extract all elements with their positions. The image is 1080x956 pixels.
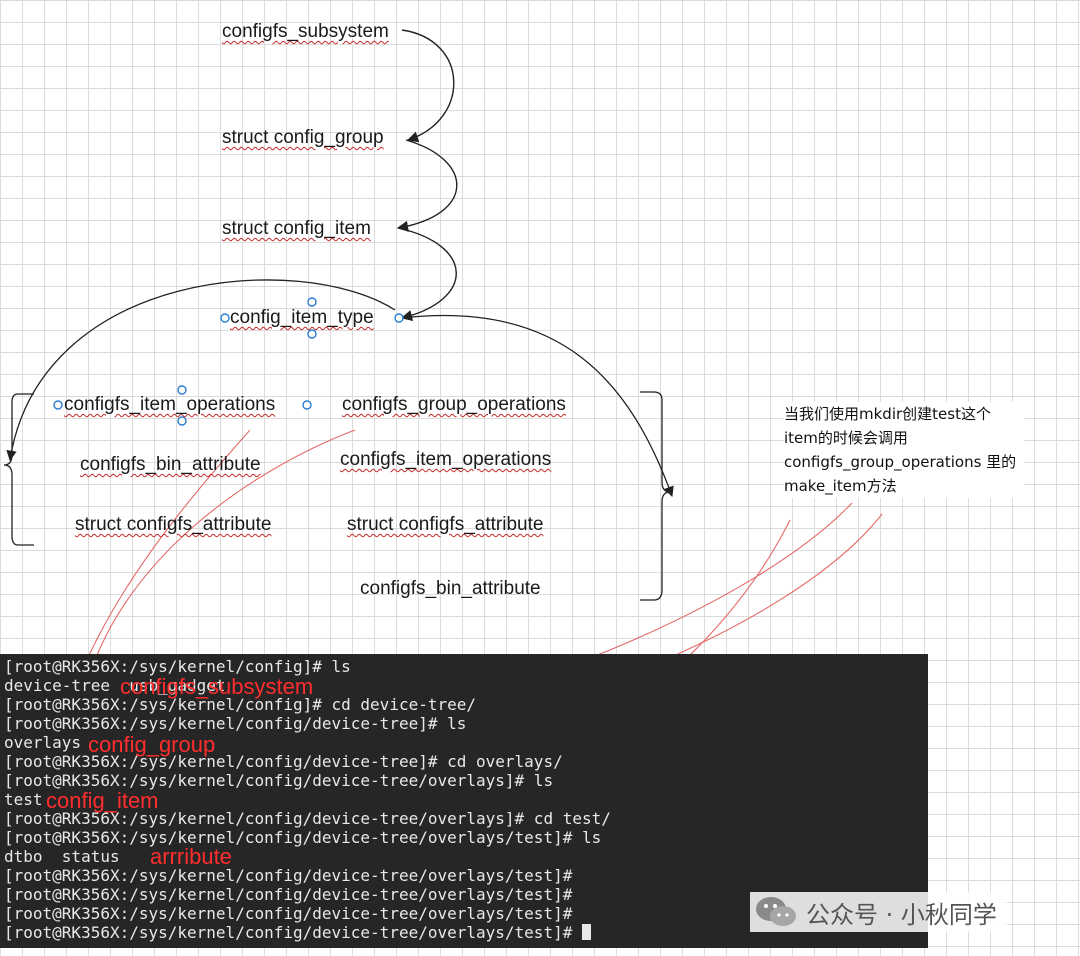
right-bin-attribute: configfs_bin_attribute <box>360 578 541 599</box>
wechat-icon <box>756 897 796 926</box>
left-configfs-attribute: struct configfs_attribute <box>75 514 272 535</box>
terminal-line: [root@RK356X:/sys/kernel/config/device-t… <box>4 866 573 885</box>
right-brace <box>640 391 671 601</box>
left-brace <box>3 393 34 546</box>
watermark-text: 公众号 · 小秋同学 <box>806 900 997 929</box>
right-configfs-attribute: struct configfs_attribute <box>347 514 544 535</box>
mkdir-note: 当我们使用mkdir创建test这个item的时候会调用configfs_gro… <box>784 402 1024 498</box>
left-item-operations: configfs_item_operations <box>64 394 276 415</box>
terminal-line: [root@RK356X:/sys/kernel/config/device-t… <box>4 714 467 733</box>
right-item-operations: configfs_item_operations <box>340 449 552 470</box>
arrow-group-to-item <box>396 139 458 232</box>
terminal-prompt: [root@RK356X:/sys/kernel/config/device-t… <box>4 923 582 942</box>
terminal-line: [root@RK356X:/sys/kernel/config/device-t… <box>4 885 573 904</box>
node-config-item-type: config_item_type <box>230 307 374 328</box>
terminal-cursor <box>581 924 591 940</box>
terminal-line: [root@RK356X:/sys/kernel/config/device-t… <box>4 828 602 847</box>
annotation-attribute: arrribute <box>150 844 232 869</box>
left-bin-attribute: configfs_bin_attribute <box>80 454 261 475</box>
arrow-item-to-type <box>397 227 457 322</box>
arrow-subsystem-to-group <box>401 29 455 143</box>
annotation-item: config_item <box>46 788 159 813</box>
terminal-line: overlays <box>4 733 82 752</box>
annotation-group: config_group <box>88 732 216 757</box>
watermark: 公众号 · 小秋同学 <box>750 892 1007 932</box>
annotation-subsystem: configfs_subsystem <box>120 674 314 699</box>
terminal-prompt-line[interactable]: [root@RK356X:/sys/kernel/config/device-t… <box>4 923 591 942</box>
node-config-group: struct config_group <box>222 127 384 148</box>
terminal-line: dtbo status <box>4 847 120 866</box>
node-config-item: struct config_item <box>222 218 371 239</box>
node-configfs-subsystem: configfs_subsystem <box>222 21 389 42</box>
right-group-operations: configfs_group_operations <box>342 394 566 415</box>
terminal-line: [root@RK356X:/sys/kernel/config/device-t… <box>4 904 573 923</box>
terminal-line: test <box>4 790 43 809</box>
